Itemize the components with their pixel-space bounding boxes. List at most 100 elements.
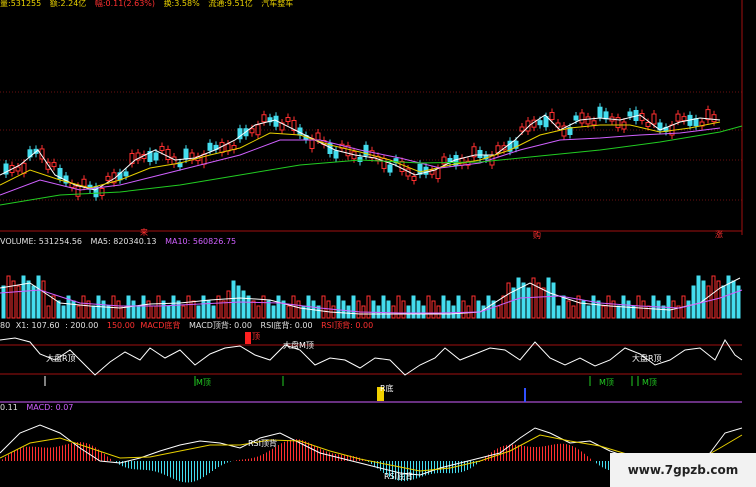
macd-bar: [434, 461, 435, 474]
macd-bar: [602, 461, 603, 468]
candle-body: [159, 146, 165, 151]
macd-bar: [284, 441, 285, 461]
macd-bar: [473, 461, 474, 467]
macd-bar: [446, 461, 447, 474]
candle-body: [225, 143, 231, 152]
volume-bar: [426, 295, 431, 319]
macd-bar: [89, 444, 90, 461]
macd-h0: 0.11: [0, 403, 18, 412]
label-rsi-top: RSI顶背: [248, 439, 277, 448]
candle-body: [75, 185, 81, 197]
volume-ma10: MA10: 560826.75: [165, 237, 237, 246]
volume-bar: [211, 305, 216, 319]
volume-bar: [246, 295, 251, 319]
volume-bar: [446, 300, 451, 319]
macd-bar: [278, 444, 279, 461]
candle-body: [627, 111, 633, 117]
volume-bar: [146, 300, 151, 319]
macd-bar: [437, 461, 438, 474]
volume-bar: [386, 300, 391, 319]
macd-bar: [581, 451, 582, 461]
macd-bar: [8, 454, 9, 461]
macd-bar: [545, 446, 546, 461]
macd-bar: [17, 449, 18, 461]
macd-bar: [155, 461, 156, 472]
volume-bar: [1, 285, 6, 319]
candle-body: [705, 109, 711, 121]
macd-bar: [578, 449, 579, 461]
macd-bar: [194, 461, 195, 482]
macd-bar: [245, 459, 246, 461]
volume-bar: [16, 285, 21, 319]
volume-bar: [526, 287, 531, 319]
label-top-sell: 顶: [252, 332, 260, 341]
candle-body: [99, 188, 105, 196]
macd-bar: [176, 461, 177, 481]
macd-bar: [26, 446, 27, 461]
macd-bar: [170, 461, 171, 478]
macd-bar: [248, 458, 249, 461]
macd-bar: [536, 447, 537, 461]
macd-bar: [164, 461, 165, 475]
volume-ma5: MA5: 820340.13: [90, 237, 157, 246]
volume-bar: [136, 305, 141, 319]
macd-bar: [218, 461, 219, 468]
macd-bar: [548, 445, 549, 461]
volume-bar: [76, 305, 81, 319]
indicator-chart[interactable]: [0, 330, 756, 406]
marker-right: 涨: [715, 230, 723, 239]
macd-bar: [272, 448, 273, 461]
volume-bar: [336, 295, 341, 319]
macd-value: MACD: 0.07: [26, 403, 74, 412]
macd-bar: [599, 461, 600, 466]
volume-bar: [661, 305, 666, 319]
macd-bar: [56, 446, 57, 461]
macd-bar: [539, 446, 540, 461]
volume-bar: [596, 300, 601, 319]
macd-bar: [197, 461, 198, 481]
macd-bar: [569, 444, 570, 461]
volume-bar: [601, 305, 606, 319]
macd-bar: [206, 461, 207, 476]
macd-bar: [110, 458, 111, 461]
macd-bar: [596, 461, 597, 464]
candle-body: [651, 113, 657, 125]
volume-bar: [186, 295, 191, 319]
candle-body: [387, 164, 393, 173]
volume-bar: [561, 295, 566, 319]
volume-bar: [471, 295, 476, 319]
candle-body: [603, 111, 609, 120]
volume-bar: [321, 295, 326, 319]
macd-bar: [71, 443, 72, 461]
ind-h2: : 200.00: [65, 321, 99, 330]
candle-body: [411, 176, 417, 181]
volume-bar: [156, 295, 161, 319]
volume-bar: [381, 295, 386, 319]
macd-bar: [590, 458, 591, 461]
macd-bar: [212, 461, 213, 472]
volume-bar: [731, 280, 736, 319]
candle-body: [81, 178, 87, 187]
candle-body: [573, 115, 579, 121]
macd-bar: [92, 445, 93, 461]
candle-body: [693, 118, 699, 127]
ind-rsi-bottom: RSI底背: 0.00: [260, 321, 313, 330]
volume-bar: [521, 282, 526, 319]
volume-bar: [691, 285, 696, 319]
watermark: www.7gpzb.com: [610, 453, 756, 487]
ind-h3: 150.00: [106, 321, 135, 330]
volume-bar: [506, 282, 511, 319]
candle-body: [585, 116, 591, 125]
volume-bar: [636, 295, 641, 319]
macd-bar: [524, 446, 525, 461]
candle-body: [165, 149, 171, 160]
volume-chart[interactable]: [0, 248, 756, 320]
macd-bar: [467, 461, 468, 470]
ind-x1: X1: 107.60: [15, 321, 60, 330]
volume-bar: [141, 295, 146, 319]
price-chart[interactable]: [0, 0, 756, 235]
macd-bar: [269, 450, 270, 461]
macd-bar: [158, 461, 159, 473]
volume-bar: [191, 300, 196, 319]
macd-bar: [173, 461, 174, 479]
